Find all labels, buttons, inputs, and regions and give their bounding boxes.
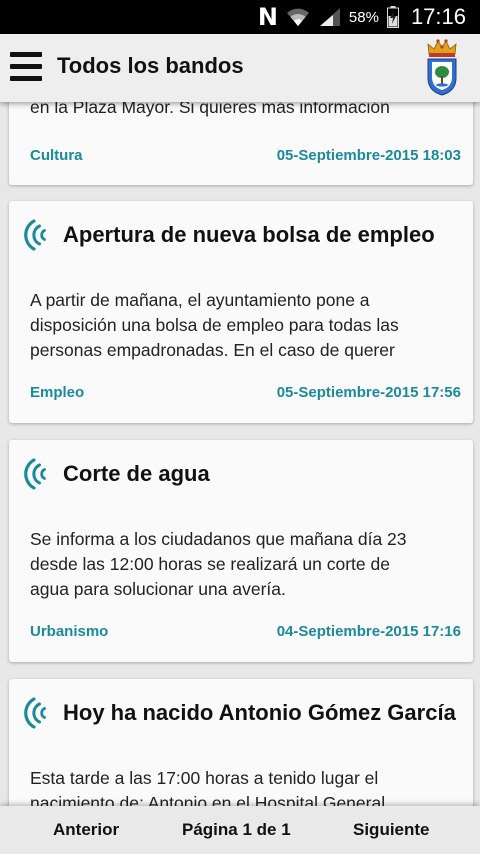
cell-signal-icon	[319, 7, 341, 27]
hamburger-menu-icon[interactable]	[10, 52, 42, 82]
bandos-list[interactable]: en la Plaza Mayor. Si quieres más inform…	[0, 102, 480, 806]
next-page-button[interactable]: Siguiente	[353, 820, 430, 840]
bando-title: Corte de agua	[63, 461, 210, 486]
municipal-crest-icon	[427, 39, 457, 96]
page-title: Todos los bandos	[57, 53, 244, 78]
bando-excerpt: en la Plaza Mayor. Si quieres más inform…	[30, 102, 390, 117]
bando-excerpt: Se informa a los ciudadanos que mañana d…	[30, 529, 407, 599]
page-indicator: Página 1 de 1	[182, 820, 291, 839]
broadcast-signal-icon	[24, 458, 46, 490]
bando-category[interactable]: Cultura	[30, 147, 83, 164]
status-bar: N 58% 17:16	[0, 0, 480, 34]
bando-excerpt: Esta tarde a las 17:00 horas a tenido lu…	[30, 768, 386, 806]
broadcast-signal-icon	[24, 697, 46, 729]
battery-charging-icon	[386, 6, 399, 28]
bando-title: Hoy ha nacido Antonio Gómez García	[63, 700, 456, 725]
bando-category[interactable]: Urbanismo	[30, 623, 108, 640]
bando-card[interactable]: Hoy ha nacido Antonio Gómez García Esta …	[9, 679, 473, 806]
wifi-icon	[285, 6, 311, 28]
bando-category[interactable]: Empleo	[30, 384, 84, 401]
battery-percent: 58%	[348, 8, 379, 26]
bando-excerpt: A partir de mañana, el ayuntamiento pone…	[30, 290, 399, 360]
bando-card[interactable]: Corte de agua Se informa a los ciudadano…	[9, 440, 473, 662]
broadcast-signal-icon	[24, 219, 46, 251]
bando-card[interactable]: Apertura de nueva bolsa de empleo A part…	[9, 201, 473, 423]
bando-date: 04-Septiembre-2015 17:16	[276, 623, 461, 640]
previous-page-button[interactable]: Anterior	[53, 820, 119, 840]
bando-date: 05-Septiembre-2015 18:03	[276, 147, 461, 164]
app-bar: Todos los bandos	[0, 34, 480, 102]
clock: 17:16	[410, 4, 466, 29]
bando-card[interactable]: en la Plaza Mayor. Si quieres más inform…	[9, 102, 473, 185]
bando-date: 05-Septiembre-2015 17:56	[276, 384, 461, 401]
pager-bar: Anterior Página 1 de 1 Siguiente	[0, 806, 480, 854]
bando-title: Apertura de nueva bolsa de empleo	[63, 222, 435, 247]
notification-icon: N	[257, 3, 278, 31]
